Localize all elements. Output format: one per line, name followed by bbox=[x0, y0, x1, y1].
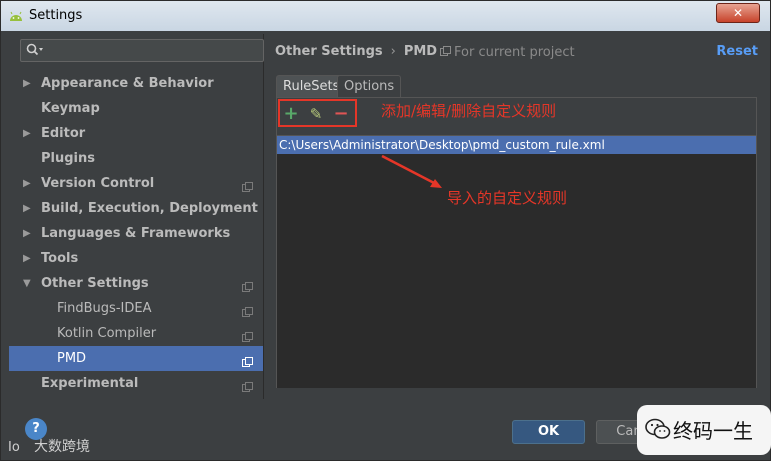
close-button[interactable]: ✕ bbox=[716, 3, 760, 23]
sidebar-item-label: Other Settings bbox=[41, 276, 149, 291]
settings-sidebar: ▶ Appearance & Behavior Keymap ▶ Editor … bbox=[9, 34, 264, 399]
chevron-right-icon[interactable]: ▶ bbox=[23, 171, 31, 196]
settings-content: Other Settings › PMD For current project R… bbox=[264, 34, 771, 399]
svg-text:Io: Io bbox=[8, 440, 20, 454]
project-scope-icon bbox=[242, 277, 253, 292]
sidebar-item-label: Appearance & Behavior bbox=[41, 76, 214, 91]
sidebar-item-label: Experimental bbox=[41, 376, 139, 391]
watermark-right-text: 终码一生 bbox=[673, 419, 753, 443]
watermark-left-text: 大数跨境 bbox=[34, 439, 90, 455]
sidebar-item-pmd[interactable]: PMD bbox=[9, 346, 263, 371]
sidebar-item-label: Version Control bbox=[41, 176, 155, 191]
reset-link[interactable]: Reset bbox=[716, 44, 758, 59]
sidebar-item-label: Tools bbox=[41, 251, 79, 266]
project-scope-text: For current project bbox=[454, 45, 575, 60]
sidebar-item-experimental[interactable]: Experimental bbox=[9, 371, 263, 396]
annotation-highlight-box bbox=[278, 99, 357, 127]
tab-rulesets[interactable]: RuleSets bbox=[276, 75, 347, 97]
chevron-down-icon[interactable]: ▼ bbox=[23, 271, 31, 296]
project-scope-icon bbox=[242, 377, 253, 392]
sidebar-item-label: Editor bbox=[41, 126, 86, 141]
title-bar: Settings ✕ bbox=[1, 1, 770, 31]
sidebar-item-build-execution-deployment[interactable]: ▶ Build, Execution, Deployment bbox=[9, 196, 263, 221]
breadcrumb-current: PMD bbox=[403, 44, 438, 59]
toolbar-annotation: 添加/编辑/删除自定义规则 bbox=[381, 102, 557, 120]
sidebar-item-label: Plugins bbox=[41, 151, 95, 166]
tab-options[interactable]: Options bbox=[337, 75, 402, 97]
sidebar-item-label: FindBugs-IDEA bbox=[57, 301, 152, 316]
sidebar-item-keymap[interactable]: Keymap bbox=[9, 96, 263, 121]
list-item[interactable]: C:\Users\Administrator\Desktop\pmd_custo… bbox=[277, 136, 756, 154]
sidebar-item-label: Languages & Frameworks bbox=[41, 226, 231, 241]
sidebar-item-plugins[interactable]: Plugins bbox=[9, 146, 263, 171]
window-title: Settings bbox=[29, 8, 83, 23]
rulesets-panel: + ✎ − C:\Users\Administrator\Desktop\pmd… bbox=[276, 97, 757, 388]
sidebar-item-findbugs-idea[interactable]: FindBugs-IDEA bbox=[9, 296, 263, 321]
sidebar-item-other-settings[interactable]: ▼ Other Settings bbox=[9, 271, 263, 296]
android-studio-icon bbox=[8, 9, 24, 27]
wechat-watermark: 终码一生 bbox=[637, 405, 771, 455]
settings-window: Settings ✕ ▶ Appearance & Behavior Keyma… bbox=[0, 0, 771, 461]
sidebar-item-editor[interactable]: ▶ Editor bbox=[9, 121, 263, 146]
breadcrumb-separator: › bbox=[390, 44, 396, 59]
sidebar-item-label: Build, Execution, Deployment bbox=[41, 201, 258, 216]
sidebar-item-label: Kotlin Compiler bbox=[57, 326, 157, 341]
annotation-arrow bbox=[381, 154, 442, 188]
chevron-right-icon[interactable]: ▶ bbox=[23, 71, 31, 96]
search-icon bbox=[26, 43, 44, 61]
sidebar-item-version-control[interactable]: ▶ Version Control bbox=[9, 171, 263, 196]
project-scope-note: For current project bbox=[440, 45, 575, 60]
project-scope-icon bbox=[440, 46, 451, 56]
logo-icon: Io bbox=[8, 440, 20, 455]
chevron-right-icon[interactable]: ▶ bbox=[23, 221, 31, 246]
project-scope-icon bbox=[242, 302, 253, 317]
ok-button[interactable]: OK bbox=[512, 420, 585, 444]
breadcrumb: Other Settings › PMD bbox=[275, 44, 437, 59]
chevron-right-icon[interactable]: ▶ bbox=[23, 196, 31, 221]
search-input[interactable] bbox=[20, 39, 264, 62]
sidebar-item-label: PMD bbox=[57, 351, 87, 366]
ruleset-list[interactable]: C:\Users\Administrator\Desktop\pmd_custo… bbox=[277, 135, 756, 388]
wechat-icon bbox=[645, 417, 671, 445]
project-scope-icon bbox=[242, 327, 253, 342]
chevron-right-icon[interactable]: ▶ bbox=[23, 246, 31, 271]
sidebar-item-appearance-behavior[interactable]: ▶ Appearance & Behavior bbox=[9, 71, 263, 96]
sidebar-item-label: Keymap bbox=[41, 101, 100, 116]
project-scope-icon bbox=[242, 352, 253, 367]
watermark-left: Io 大数跨境 bbox=[8, 436, 90, 456]
project-scope-icon bbox=[242, 177, 253, 192]
sidebar-item-kotlin-compiler[interactable]: Kotlin Compiler bbox=[9, 321, 263, 346]
chevron-right-icon[interactable]: ▶ bbox=[23, 121, 31, 146]
breadcrumb-parent: Other Settings bbox=[275, 44, 383, 59]
list-annotation: 导入的自定义规则 bbox=[447, 189, 568, 207]
sidebar-item-languages-frameworks[interactable]: ▶ Languages & Frameworks bbox=[9, 221, 263, 246]
sidebar-item-tools[interactable]: ▶ Tools bbox=[9, 246, 263, 271]
